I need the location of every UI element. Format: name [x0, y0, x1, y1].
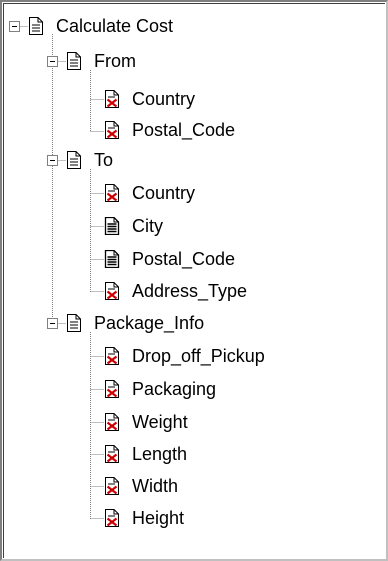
- tree-node-label-drop-off-pickup[interactable]: Drop_off_Pickup: [132, 345, 265, 367]
- document-filled-icon: [104, 216, 120, 236]
- document-error-icon: [104, 282, 120, 300]
- document-icon: [28, 17, 44, 35]
- tree-node-label-calculate-cost[interactable]: Calculate Cost: [56, 15, 173, 37]
- collapse-toggle-to[interactable]: [47, 155, 58, 166]
- document-icon: [66, 151, 82, 169]
- document-error-icon: [104, 347, 120, 365]
- tree-node-label-from-postal-code[interactable]: Postal_Code: [132, 119, 235, 141]
- tree-node-label-weight[interactable]: Weight: [132, 411, 188, 433]
- tree-node-label-from[interactable]: From: [94, 50, 136, 72]
- collapse-toggle-calculate-cost[interactable]: [9, 21, 20, 32]
- tree-node-label-from-country[interactable]: Country: [132, 88, 195, 110]
- tree-node-label-package-info[interactable]: Package_Info: [94, 312, 204, 334]
- tree-node-label-to-country[interactable]: Country: [132, 182, 195, 204]
- document-error-icon: [104, 477, 120, 495]
- collapse-toggle-package-info[interactable]: [47, 318, 58, 329]
- document-error-icon: [104, 184, 120, 202]
- tree-node-label-to-address-type[interactable]: Address_Type: [132, 280, 247, 302]
- tree-node-label-to-postal-code[interactable]: Postal_Code: [132, 248, 235, 270]
- document-error-icon: [104, 509, 120, 527]
- tree-node-label-to-city[interactable]: City: [132, 215, 163, 237]
- tree-view-frame: Calculate Cost From Country Postal_Code …: [3, 3, 385, 558]
- tree-node-label-to[interactable]: To: [94, 149, 113, 171]
- tree-node-label-packaging[interactable]: Packaging: [132, 378, 216, 400]
- tree-node-label-width[interactable]: Width: [132, 475, 178, 497]
- document-error-icon: [104, 90, 120, 108]
- document-icon: [66, 52, 82, 70]
- document-filled-icon: [104, 249, 120, 269]
- document-icon: [66, 314, 82, 332]
- document-error-icon: [104, 413, 120, 431]
- tree-node-label-length[interactable]: Length: [132, 443, 187, 465]
- tree-view[interactable]: Calculate Cost From Country Postal_Code …: [0, 0, 388, 561]
- collapse-toggle-from[interactable]: [47, 56, 58, 67]
- document-error-icon: [104, 445, 120, 463]
- tree-node-label-height[interactable]: Height: [132, 507, 184, 529]
- document-error-icon: [104, 380, 120, 398]
- document-error-icon: [104, 121, 120, 139]
